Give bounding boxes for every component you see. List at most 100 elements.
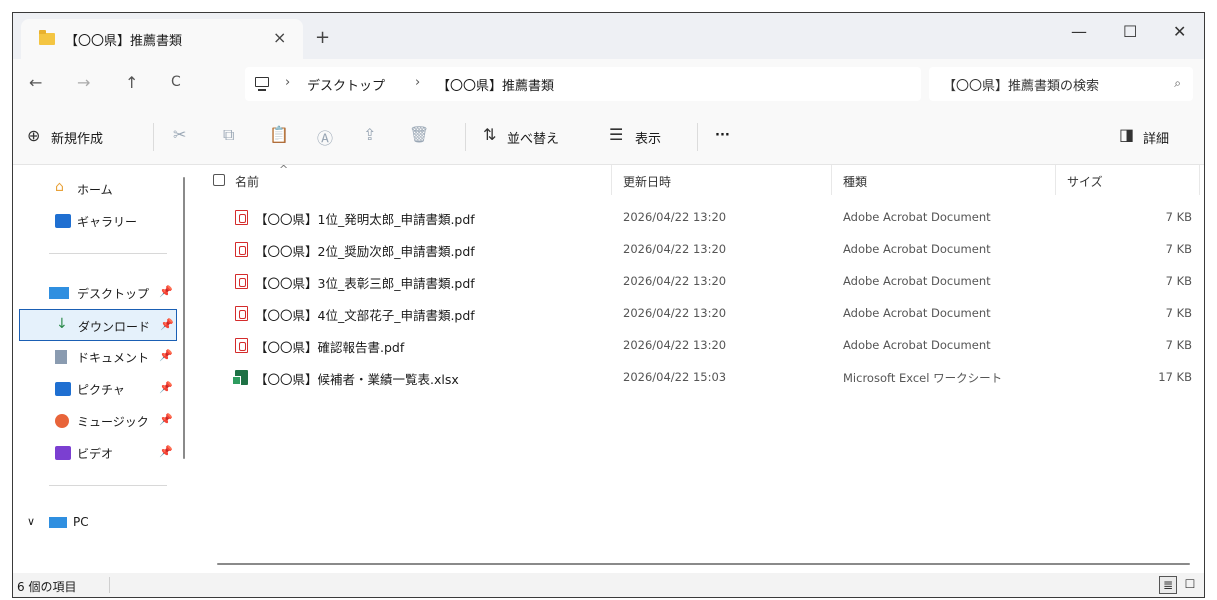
file-row[interactable]: 【〇〇県】2位_奨励次郎_申請書類.pdf 2026/04/22 13:20 A…: [199, 233, 1204, 265]
file-date: 2026/04/22 13:20: [623, 274, 727, 288]
sort-icon: ⇅: [483, 125, 497, 144]
nav-scrollbar[interactable]: [183, 177, 185, 459]
share-icon[interactable]: ⇪: [363, 125, 376, 144]
search-box[interactable]: 【〇〇県】推薦書類の検索 ⌕: [929, 67, 1193, 101]
download-icon: ↓: [56, 316, 68, 332]
file-type: Adobe Acrobat Document: [843, 306, 991, 320]
tab-current-folder[interactable]: 【〇〇県】推薦書類 ×: [21, 19, 303, 59]
pin-icon[interactable]: 📌: [159, 285, 173, 298]
file-row[interactable]: 【〇〇県】候補者・業績一覧表.xlsx 2026/04/22 15:03 Mic…: [199, 361, 1204, 393]
copy-icon[interactable]: ⧉: [223, 125, 234, 145]
up-button[interactable]: ↑: [125, 73, 138, 92]
file-size: 7 KB: [1165, 210, 1192, 224]
file-list: ^ 名前 更新日時 種類 サイズ 【〇〇県】1位_発明太郎_申請書類.pdf 2…: [199, 163, 1204, 573]
back-button[interactable]: ←: [29, 73, 42, 92]
view-button[interactable]: 表示: [635, 128, 661, 147]
search-icon[interactable]: ⌕: [1174, 76, 1181, 91]
file-type: Adobe Acrobat Document: [843, 338, 991, 352]
maximize-button[interactable]: ☐: [1123, 22, 1137, 41]
close-button[interactable]: ✕: [1173, 22, 1186, 41]
sort-arrow-icon: ^: [279, 163, 289, 176]
details-button[interactable]: 詳細: [1143, 128, 1169, 147]
tab-title: 【〇〇県】推薦書類: [65, 34, 183, 49]
file-row[interactable]: 【〇〇県】3位_表彰三郎_申請書類.pdf 2026/04/22 13:20 A…: [199, 265, 1204, 297]
item-count: 6 個の項目: [17, 580, 77, 594]
expand-chevron-icon[interactable]: ∨: [27, 515, 35, 528]
rename-icon[interactable]: Ⓐ: [317, 125, 333, 149]
nav-item-documents[interactable]: ドキュメント 📌: [19, 341, 177, 373]
pin-icon[interactable]: 📌: [159, 349, 173, 362]
nav-item-pictures[interactable]: ピクチャ 📌: [19, 373, 177, 405]
pdf-file-icon: [235, 274, 248, 289]
address-row: ← → ↑ C › デスクトップ › 【〇〇県】推薦書類 【〇〇県】推薦書類の検…: [13, 59, 1204, 109]
file-name: 【〇〇県】確認報告書.pdf: [255, 340, 405, 355]
details-view-button[interactable]: ≣: [1159, 576, 1177, 594]
music-icon: [55, 414, 69, 428]
column-header-name[interactable]: 名前: [235, 173, 259, 203]
file-row[interactable]: 【〇〇県】確認報告書.pdf 2026/04/22 13:20 Adobe Ac…: [199, 329, 1204, 361]
horizontal-scrollbar[interactable]: [217, 563, 1190, 565]
file-type: Microsoft Excel ワークシート: [843, 371, 1003, 385]
file-row[interactable]: 【〇〇県】1位_発明太郎_申請書類.pdf 2026/04/22 13:20 A…: [199, 201, 1204, 233]
breadcrumb-desktop[interactable]: デスクトップ: [307, 75, 385, 94]
nav-label: ビデオ: [77, 447, 114, 461]
pictures-icon: [55, 382, 71, 396]
address-bar[interactable]: › デスクトップ › 【〇〇県】推薦書類: [245, 67, 921, 101]
file-name: 【〇〇県】4位_文部花子_申請書類.pdf: [255, 308, 475, 323]
file-name: 【〇〇県】候補者・業績一覧表.xlsx: [255, 372, 459, 387]
pin-icon[interactable]: 📌: [159, 445, 173, 458]
file-type: Adobe Acrobat Document: [843, 210, 991, 224]
refresh-button[interactable]: C: [171, 74, 181, 90]
file-name: 【〇〇県】1位_発明太郎_申請書類.pdf: [255, 212, 475, 227]
search-placeholder: 【〇〇県】推薦書類の検索: [943, 79, 1100, 94]
file-size: 7 KB: [1165, 274, 1192, 288]
paste-icon[interactable]: 📋: [269, 125, 289, 144]
tab-close-icon[interactable]: ×: [273, 28, 286, 47]
navigation-pane: ⌂ ホーム ギャラリー デスクトップ 📌 ↓ ダウンロード 📌 ドキュメント 📌…: [13, 165, 189, 573]
file-row[interactable]: 【〇〇県】4位_文部花子_申請書類.pdf 2026/04/22 13:20 A…: [199, 297, 1204, 329]
pdf-file-icon: [235, 242, 248, 257]
new-icon: ⊕: [27, 126, 41, 145]
delete-icon[interactable]: 🗑: [409, 125, 429, 144]
column-header-type[interactable]: 種類: [843, 173, 867, 203]
pin-icon[interactable]: 📌: [159, 381, 173, 394]
nav-item-videos[interactable]: ビデオ 📌: [19, 437, 177, 469]
file-date: 2026/04/22 13:20: [623, 338, 727, 352]
forward-button[interactable]: →: [77, 73, 90, 92]
pc-icon: [255, 77, 269, 91]
sort-button[interactable]: 並べ替え: [507, 128, 559, 147]
file-size: 7 KB: [1165, 306, 1192, 320]
nav-item-music[interactable]: ミュージック 📌: [19, 405, 177, 437]
minimize-button[interactable]: —: [1071, 22, 1087, 41]
nav-item-home[interactable]: ⌂ ホーム: [19, 173, 177, 205]
more-options-button[interactable]: ···: [715, 128, 730, 143]
content-area: ⌂ ホーム ギャラリー デスクトップ 📌 ↓ ダウンロード 📌 ドキュメント 📌…: [13, 163, 1204, 573]
pin-icon[interactable]: 📌: [159, 413, 173, 426]
pdf-file-icon: [235, 210, 248, 225]
select-all-checkbox[interactable]: [213, 174, 225, 186]
view-icon: ☰: [609, 125, 624, 144]
breadcrumb-separator-icon: ›: [415, 75, 421, 90]
nav-label: ホーム: [77, 183, 113, 197]
nav-label: ギャラリー: [77, 215, 138, 229]
file-name: 【〇〇県】2位_奨励次郎_申請書類.pdf: [255, 244, 475, 259]
file-type: Adobe Acrobat Document: [843, 274, 991, 288]
cut-icon[interactable]: ✂: [173, 125, 186, 144]
title-bar: 【〇〇県】推薦書類 × + — ☐ ✕: [13, 13, 1204, 59]
nav-item-pc[interactable]: ∨ PC: [19, 507, 177, 539]
new-button[interactable]: 新規作成: [51, 128, 103, 147]
tiles-view-button[interactable]: ☐: [1181, 576, 1199, 594]
file-date: 2026/04/22 13:20: [623, 306, 727, 320]
new-tab-button[interactable]: +: [315, 27, 330, 48]
column-header-date[interactable]: 更新日時: [623, 173, 671, 203]
pin-icon[interactable]: 📌: [160, 318, 174, 331]
column-header-size[interactable]: サイズ: [1067, 173, 1103, 203]
breadcrumb-current-folder[interactable]: 【〇〇県】推薦書類: [437, 75, 554, 94]
nav-item-gallery[interactable]: ギャラリー: [19, 205, 177, 237]
nav-item-downloads[interactable]: ↓ ダウンロード 📌: [19, 309, 177, 341]
nav-item-desktop[interactable]: デスクトップ 📌: [19, 277, 177, 309]
file-name: 【〇〇県】3位_表彰三郎_申請書類.pdf: [255, 276, 475, 291]
file-date: 2026/04/22 13:20: [623, 210, 727, 224]
pc-icon: [49, 517, 67, 528]
file-date: 2026/04/22 13:20: [623, 242, 727, 256]
